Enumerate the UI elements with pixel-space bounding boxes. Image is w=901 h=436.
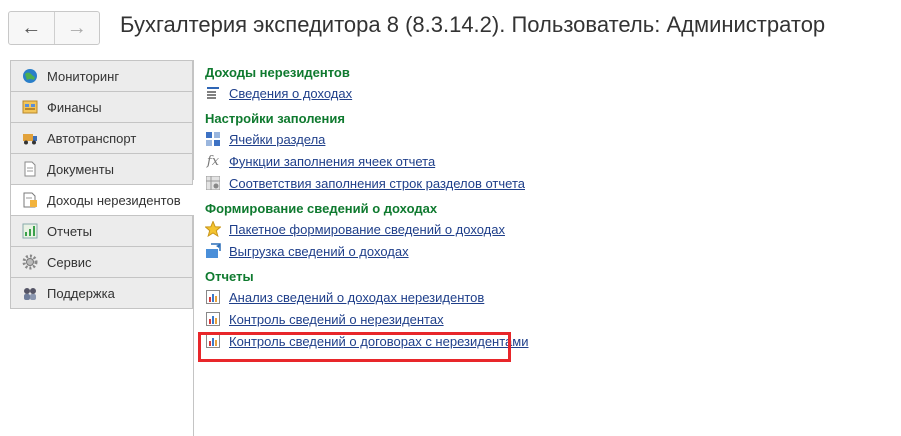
star-icon xyxy=(205,221,221,237)
mapping-icon xyxy=(205,175,221,191)
gear-icon xyxy=(21,253,39,271)
section-title: Отчеты xyxy=(205,269,254,284)
back-button[interactable]: ← xyxy=(9,12,54,44)
sidebar-item-nonresident-income[interactable]: Доходы нерезидентов xyxy=(10,184,195,215)
link-fill-functions[interactable]: Функции заполнения ячеек отчета xyxy=(229,154,435,169)
link-section-cells[interactable]: Ячейки раздела xyxy=(229,132,325,147)
list-item[interactable]: Соответствия заполнения строк разделов о… xyxy=(205,172,528,194)
history-nav: ← → xyxy=(8,11,100,45)
sidebar-item-label: Автотранспорт xyxy=(47,130,137,146)
sidebar-item-reports[interactable]: Отчеты xyxy=(10,215,193,246)
globe-icon xyxy=(21,67,39,85)
section-title: Настройки заполения xyxy=(205,111,345,126)
link-row-mapping[interactable]: Соответствия заполнения строк разделов о… xyxy=(229,176,525,191)
report-icon xyxy=(205,311,221,327)
sidebar-item-label: Финансы xyxy=(47,99,102,115)
section-title: Доходы нерезидентов xyxy=(205,65,350,80)
active-tab-joint xyxy=(193,180,195,209)
sidebar-item-service[interactable]: Сервис xyxy=(10,246,193,277)
finance-icon xyxy=(21,98,39,116)
cells-icon xyxy=(205,131,221,147)
sidebar-item-label: Доходы нерезидентов xyxy=(47,192,181,208)
content-panel: Доходы нерезидентов Сведения о доходах Н… xyxy=(205,64,528,352)
sidebar-item-transport[interactable]: Автотранспорт xyxy=(10,122,193,153)
forward-button[interactable]: → xyxy=(53,12,100,44)
link-nonresident-control[interactable]: Контроль сведений о нерезидентах xyxy=(229,312,444,327)
document-icon xyxy=(21,160,39,178)
sidebar-item-support[interactable]: Поддержка xyxy=(10,277,193,309)
highlight-box xyxy=(198,332,511,362)
sidebar-item-label: Поддержка xyxy=(47,285,115,301)
link-batch-generation[interactable]: Пакетное формирование сведений о доходах xyxy=(229,222,505,237)
window-title: Бухгалтерия экспедитора 8 (8.3.14.2). По… xyxy=(120,12,826,37)
sidebar-item-documents[interactable]: Документы xyxy=(10,153,193,184)
report-icon xyxy=(205,289,221,305)
sidebar-divider xyxy=(193,60,194,436)
list-icon xyxy=(205,85,221,101)
list-item[interactable]: Анализ сведений о доходах нерезидентов xyxy=(205,286,528,308)
list-item[interactable]: Пакетное формирование сведений о доходах xyxy=(205,218,528,240)
list-item[interactable]: Ячейки раздела xyxy=(205,128,528,150)
export-icon xyxy=(205,243,221,259)
sidebar-item-label: Отчеты xyxy=(47,223,92,239)
support-icon xyxy=(21,284,39,302)
sidebar-item-finance[interactable]: Финансы xyxy=(10,91,193,122)
chart-icon xyxy=(21,222,39,240)
list-item[interactable]: Сведения о доходах xyxy=(205,82,528,104)
sidebar-item-label: Сервис xyxy=(47,254,92,270)
fx-icon: fx xyxy=(206,153,220,169)
truck-icon xyxy=(21,129,39,147)
list-item[interactable]: Контроль сведений о нерезидентах xyxy=(205,308,528,330)
link-nonresident-income-analysis[interactable]: Анализ сведений о доходах нерезидентов xyxy=(229,290,484,305)
link-income-export[interactable]: Выгрузка сведений о доходах xyxy=(229,244,409,259)
list-item[interactable]: Выгрузка сведений о доходах xyxy=(205,240,528,262)
sidebar-item-monitoring[interactable]: Мониторинг xyxy=(10,60,193,91)
link-income-info[interactable]: Сведения о доходах xyxy=(229,86,352,101)
section-title: Формирование сведений о доходах xyxy=(205,201,438,216)
income-icon xyxy=(21,191,39,209)
sidebar-item-label: Мониторинг xyxy=(47,68,120,84)
list-item[interactable]: fx Функции заполнения ячеек отчета xyxy=(205,150,528,172)
sidebar-item-label: Документы xyxy=(47,161,115,177)
sidebar: Мониторинг Финансы Автотранспорт Докумен… xyxy=(10,60,195,309)
